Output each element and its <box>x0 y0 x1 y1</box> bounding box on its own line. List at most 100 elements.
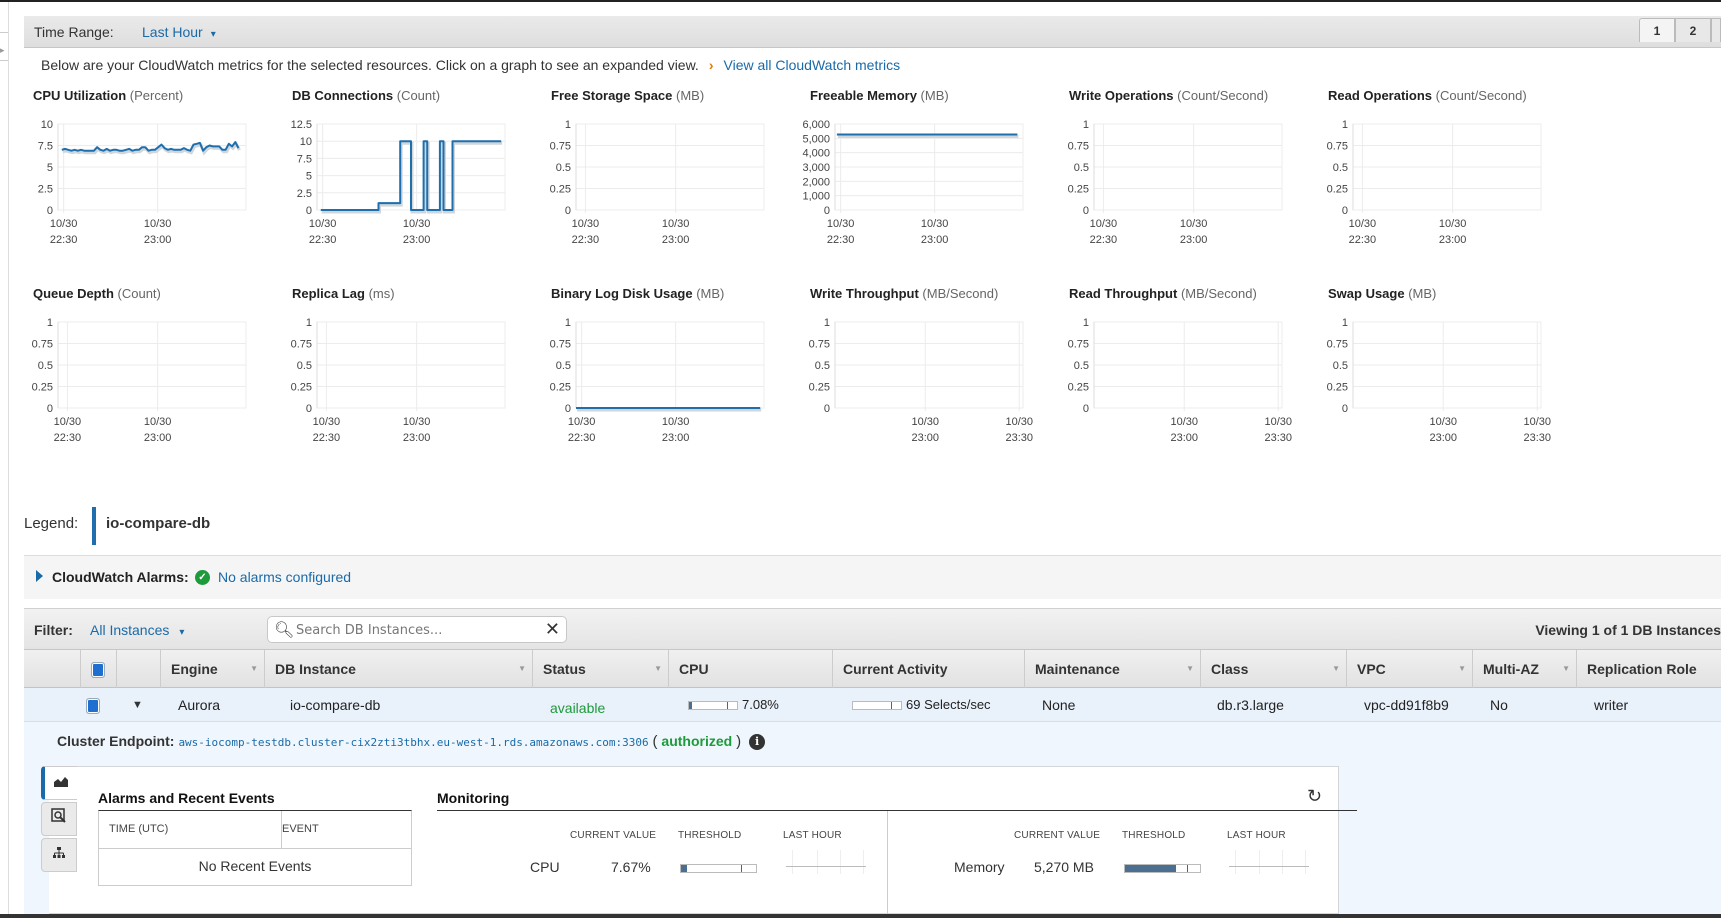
x-tick-date: 10/30 <box>568 416 596 428</box>
column-engine[interactable]: Engine ▼ <box>160 650 264 688</box>
left-sidebar-collapsed[interactable]: ▸ <box>0 2 9 914</box>
alarms-status-link[interactable]: No alarms configured <box>218 569 351 585</box>
window-bottom-border <box>0 914 1721 918</box>
activity-bar-threshold <box>891 702 893 710</box>
chart-freeable-memory[interactable]: Freeable Memory (MB) 6,000 5,000 4,000 3,000… <box>802 88 1070 268</box>
row-expand-icon[interactable]: ▼ <box>132 688 143 722</box>
y-tick-label: 0.25 <box>1068 382 1089 394</box>
sort-icon: ▼ <box>654 664 662 673</box>
time-range-dropdown[interactable]: Last Hour ▾ <box>142 24 216 40</box>
chart-title-text: Binary Log Disk Usage <box>551 286 693 301</box>
search-input[interactable] <box>294 620 534 640</box>
chevron-down-icon: ▾ <box>210 29 216 40</box>
sort-icon: ▼ <box>1562 664 1570 673</box>
column-label: Engine <box>171 661 218 677</box>
chart-queue-depth[interactable]: Queue Depth (Count) 1 0.75 0.5 0.25 0 10/30 22:… <box>32 286 293 466</box>
y-tick-label: 0.25 <box>809 382 830 394</box>
column-label: Status <box>543 661 586 677</box>
y-tick-label: 3,000 <box>802 162 830 174</box>
column-class[interactable]: Class ▼ <box>1200 650 1346 688</box>
view-all-metrics-link[interactable]: View all CloudWatch metrics <box>724 57 901 73</box>
chart-plot: 12.5107.552.5010/3022:3010/3023:00 <box>291 119 506 246</box>
time-range-bar: Time Range: Last Hour ▾ 1 2 <box>24 16 1721 48</box>
chart-swap-usage[interactable]: Swap Usage (MB) 1 0.75 0.5 0.25 0 10/30 23:00 10… <box>1327 286 1588 466</box>
column-label: Current Activity <box>843 661 948 677</box>
page-1-button[interactable]: 1 <box>1639 18 1675 42</box>
chart-title-text: Free Storage Space <box>551 88 673 103</box>
y-tick-label: 4,000 <box>802 148 830 160</box>
column-maintenance[interactable]: Maintenance ▼ <box>1024 650 1200 688</box>
cpu-usage-bar <box>688 701 738 711</box>
y-tick-label: 0 <box>565 403 571 415</box>
chart-title: Freeable Memory (MB) <box>810 88 949 103</box>
expand-alarms-icon[interactable] <box>36 570 43 582</box>
tab-logs-search-icon[interactable] <box>41 802 77 836</box>
chart-read-throughput[interactable]: Read Throughput (MB/Second) 1 0.75 0.5 0.25 0… <box>1068 286 1329 466</box>
chart-plot: 10.750.50.25010/3022:3010/3023:00 <box>550 317 765 444</box>
endpoint-url[interactable]: aws-iocomp-testdb.cluster-cix2zti3tbhx.e… <box>178 736 648 749</box>
filter-dropdown[interactable]: All Instances ▾ <box>90 622 184 638</box>
chart-replica-lag[interactable]: Replica Lag (ms) 1 0.75 0.5 0.25 0 10/30 22:30 1… <box>291 286 552 466</box>
column-current-activity[interactable]: Current Activity <box>832 650 1024 688</box>
column-vpc[interactable]: VPC ▼ <box>1346 650 1472 688</box>
header-spacer <box>24 650 80 688</box>
info-icon[interactable]: i <box>749 734 766 751</box>
y-tick-label: 6,000 <box>802 119 830 131</box>
column-label: DB Instance <box>275 661 356 677</box>
metric-value-cpu: 7.67% <box>611 859 651 875</box>
chart-binary-log-disk-usage[interactable]: Binary Log Disk Usage (MB) 1 0.75 0.5 0.25 0 1… <box>550 286 811 466</box>
cpu-bar-threshold <box>727 702 729 710</box>
chart-title: Binary Log Disk Usage (MB) <box>551 286 724 301</box>
chart-read-operations[interactable]: Read Operations (Count/Second) 1 0.75 0.5 0.… <box>1327 88 1588 268</box>
chart-db-connections[interactable]: DB Connections (Count) 12.5 10 7.5 5 2.5 0 10/3… <box>291 88 552 268</box>
clear-search-icon[interactable]: ✕ <box>545 619 560 640</box>
page-2-button[interactable]: 2 <box>1675 18 1711 42</box>
y-tick-label: 0 <box>565 205 571 217</box>
chart-plot: 1 0.75 0.5 0.25 0 10/30 23:00 10/30 23:30 <box>1327 317 1551 444</box>
column-status[interactable]: Status ▼ <box>532 650 668 688</box>
y-tick-label: 0.75 <box>1068 339 1089 351</box>
y-tick-label: 0 <box>1083 403 1089 415</box>
y-tick-label: 0 <box>1342 205 1348 217</box>
chart-title-text: Read Throughput <box>1069 286 1178 301</box>
x-tick-time: 22:30 <box>54 432 82 444</box>
events-col-time: TIME (UTC) <box>109 823 169 835</box>
select-all-checkbox[interactable] <box>91 662 105 679</box>
memory-sparkline[interactable] <box>1229 850 1309 874</box>
chart-title-text: CPU Utilization <box>33 88 127 103</box>
row-checkbox[interactable] <box>86 698 100 715</box>
tab-monitoring-chart-icon[interactable] <box>41 766 77 800</box>
cell-cpu: 7.08% <box>688 688 779 722</box>
sidebar-expand-icon[interactable]: ▸ <box>0 45 5 56</box>
x-tick-time: 23:00 <box>662 432 690 444</box>
y-tick-label: 7.5 <box>38 141 53 153</box>
y-tick-label: 0.75 <box>291 339 312 351</box>
chart-free-storage-space[interactable]: Free Storage Space (MB) 1 0.75 0.5 0.25 0 10/3… <box>550 88 811 268</box>
cell-status: available <box>550 700 606 716</box>
refresh-icon[interactable]: ↻ <box>1307 786 1322 807</box>
chart-write-operations[interactable]: Write Operations (Count/Second) 1 0.75 0.5 0… <box>1068 88 1329 268</box>
alarms-events-title: Alarms and Recent Events <box>98 790 275 806</box>
cpu-sparkline[interactable] <box>786 850 866 874</box>
x-tick-time: 23:00 <box>911 432 939 444</box>
table-row[interactable]: ▼ Aurora io-compare-db available 7.08% 6… <box>24 688 1721 722</box>
column-cpu[interactable]: CPU <box>668 650 832 688</box>
column-replication-role[interactable]: Replication Role <box>1576 650 1721 688</box>
tab-topology-icon[interactable] <box>41 838 77 872</box>
cpu-bar-fill <box>689 702 693 710</box>
cpu-threshold-bar <box>680 864 757 873</box>
chart-unit: (MB) <box>672 88 705 103</box>
x-tick-date: 10/30 <box>662 218 690 230</box>
x-tick-time: 23:00 <box>921 234 949 246</box>
sort-icon: ▼ <box>1458 664 1466 673</box>
chart-write-throughput[interactable]: Write Throughput (MB/Second) 1 0.75 0.5 0.25… <box>809 286 1070 466</box>
column-multi-az[interactable]: Multi-AZ ▼ <box>1472 650 1576 688</box>
chart-cpu-utilization[interactable]: CPU Utilization (Percent) 10 7.5 5 2.5 0 10/30… <box>33 88 293 268</box>
filter-bar: Filter: All Instances ▾ 🔍︎ ✕ Viewing 1 of… <box>24 608 1721 650</box>
monitoring-title: Monitoring <box>437 790 510 806</box>
x-tick-time: 22:30 <box>572 234 600 246</box>
chart-title-text: Write Throughput <box>810 286 919 301</box>
chart-title-text: Queue Depth <box>33 286 114 301</box>
column-db-instance[interactable]: DB Instance ▼ <box>264 650 532 688</box>
page-next-button[interactable] <box>1711 18 1721 42</box>
